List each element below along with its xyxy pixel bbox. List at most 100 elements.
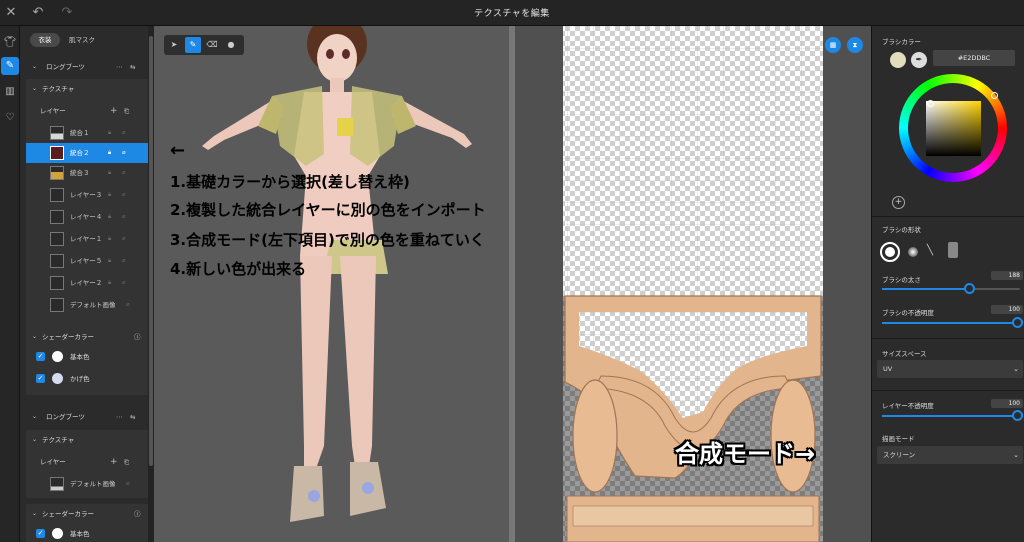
fill-drop-icon[interactable]: ● <box>223 37 239 53</box>
layer-opacity-value[interactable]: 100 <box>991 399 1023 408</box>
brush-hard-round-icon[interactable] <box>880 242 900 262</box>
current-color-swatch[interactable] <box>890 52 906 68</box>
lock-icon[interactable]: 🔒︎ <box>108 163 111 183</box>
hue-handle[interactable] <box>991 92 998 99</box>
layer-row[interactable]: レイヤー２ 🔒︎ ⌀ <box>30 273 144 293</box>
layer-row[interactable]: デフォルト画像 ⌀ <box>30 295 144 315</box>
grid-view-icon[interactable]: ▦ <box>825 37 841 53</box>
settings-sliders-icon[interactable]: ⇆ <box>130 59 135 75</box>
hidden-eye-icon[interactable]: ⌀ <box>122 251 126 271</box>
hidden-eye-icon[interactable]: ⌀ <box>122 273 126 293</box>
size-space-select[interactable]: UV ⌄ <box>877 360 1023 378</box>
shader-item[interactable]: ✓ かげ色 <box>26 371 154 387</box>
shader-title: シェーダーカラー <box>42 510 94 518</box>
shirt-icon[interactable]: 👕︎ <box>1 34 19 52</box>
shader-item-label: 基本色 <box>70 353 90 361</box>
brush-opacity-slider[interactable] <box>882 317 1023 328</box>
shield-icon[interactable]: ♡ <box>1 109 19 127</box>
brush-opacity-value[interactable]: 100 <box>991 305 1023 314</box>
group-header[interactable]: ⌄ ロングブーツ ⋯ ⇆ <box>26 409 154 425</box>
info-icon[interactable]: ⓘ <box>134 329 141 345</box>
color-picker-handle[interactable] <box>927 100 934 107</box>
lock-icon[interactable]: 🔒︎ <box>108 251 111 271</box>
hidden-eye-icon[interactable]: ⌀ <box>122 229 126 249</box>
slider-knob[interactable] <box>1012 317 1023 328</box>
color-swatch[interactable] <box>52 373 63 384</box>
hex-input[interactable]: #E2DDBC <box>933 50 1015 66</box>
hidden-eye-icon[interactable]: ⌀ <box>122 143 126 163</box>
chevron-down-icon: ⌄ <box>1013 451 1019 459</box>
lock-icon[interactable]: 🔒︎ <box>108 273 111 293</box>
layer-row[interactable]: レイヤー１ 🔒︎ ⌀ <box>30 229 144 249</box>
saturation-value-square[interactable] <box>926 101 981 156</box>
brush-size-value[interactable]: 188 <box>991 271 1023 280</box>
add-swatch-icon[interactable]: + <box>892 196 905 209</box>
layer-name: レイヤー５ <box>70 257 103 265</box>
checkbox[interactable]: ✓ <box>36 374 45 383</box>
import-image-icon[interactable]: ⎗ <box>124 454 129 470</box>
uv-texture-canvas[interactable]: 合成モード→ <box>515 26 871 542</box>
pants-icon[interactable]: ▥ <box>1 83 19 101</box>
chevron-down-icon: ⌄ <box>32 85 38 92</box>
more-icon[interactable]: ⋯ <box>116 59 123 75</box>
shader-header[interactable]: ⌄ シェーダーカラー ⓘ <box>26 329 154 345</box>
brush-soft-round-icon[interactable] <box>908 247 918 257</box>
shader-item[interactable]: ✓ 基本色 <box>26 349 154 365</box>
eraser-tool-icon[interactable]: ⌫ <box>204 37 220 53</box>
group-header[interactable]: ⌄ ロングブーツ ⋯ ⇆ <box>26 59 154 75</box>
lock-icon[interactable]: 🔒︎ <box>108 207 111 227</box>
lock-icon[interactable]: 🔒︎ <box>108 229 111 249</box>
more-icon[interactable]: ⋯ <box>116 409 123 425</box>
slider-knob[interactable] <box>964 283 975 294</box>
brush-line-icon[interactable]: ╲ <box>927 244 939 258</box>
blend-mode-select[interactable]: スクリーン ⌄ <box>877 446 1023 464</box>
layer-opacity-slider[interactable] <box>882 410 1023 421</box>
brush-icon[interactable]: ✎ <box>1 57 19 75</box>
shader-item[interactable]: ✓ 基本色 <box>26 526 154 542</box>
hidden-eye-icon[interactable]: ⌀ <box>126 295 130 315</box>
model-viewport[interactable] <box>154 26 509 542</box>
brush-texture-icon[interactable] <box>948 242 958 258</box>
color-swatch[interactable] <box>52 351 63 362</box>
texture-header[interactable]: ⌄ テクスチャ <box>26 432 154 448</box>
add-layer-icon[interactable]: + <box>110 454 118 470</box>
hue-ring[interactable] <box>899 74 1007 182</box>
settings-sliders-icon[interactable]: ⇆ <box>130 409 135 425</box>
hidden-eye-icon[interactable]: ⌀ <box>126 474 130 494</box>
layer-row[interactable]: レイヤー５ 🔒︎ ⌀ <box>30 251 144 271</box>
lock-icon[interactable]: 🔒︎ <box>108 185 111 205</box>
import-image-icon[interactable]: ⎗ <box>124 103 129 119</box>
mirror-symmetry-icon[interactable]: ⧗ <box>847 37 863 53</box>
layer-row[interactable]: 統合３ 🔒︎ ⌀ <box>30 163 144 183</box>
color-swatch[interactable] <box>52 528 63 539</box>
select-arrow-icon[interactable]: ➤ <box>166 37 182 53</box>
texture-header[interactable]: ⌄ テクスチャ <box>26 81 154 97</box>
lock-icon[interactable]: 🔒︎ <box>108 143 111 163</box>
brush-size-slider[interactable] <box>882 283 1020 294</box>
hidden-eye-icon[interactable]: ⌀ <box>122 185 126 205</box>
hidden-eye-icon[interactable]: ⌀ <box>122 123 126 143</box>
shader-header[interactable]: ⌄ シェーダーカラー ⓘ <box>26 506 154 522</box>
eyedropper-icon[interactable]: ✒ <box>911 52 927 68</box>
hidden-eye-icon[interactable]: ⌀ <box>122 163 126 183</box>
tab-costume[interactable]: 衣装 <box>30 33 60 47</box>
layer-row[interactable]: 統合１ 🔒︎ ⌀ <box>30 123 144 143</box>
scrollbar-thumb[interactable] <box>149 36 153 466</box>
chevron-down-icon: ⌄ <box>32 510 38 517</box>
tab-skin-mask[interactable]: 肌マスク <box>64 33 100 47</box>
layer-row-selected[interactable]: 統合２ 🔒︎ ⌀ <box>26 143 154 163</box>
layer-row[interactable]: デフォルト画像 ⌀ <box>30 474 144 494</box>
layers-panel: 衣装 肌マスク ⌄ ロングブーツ ⋯ ⇆ ⌄ テクスチャ レイヤー + ⎗ 統合… <box>20 26 154 542</box>
layer-row[interactable]: レイヤー３ 🔒︎ ⌀ <box>30 185 144 205</box>
add-layer-icon[interactable]: + <box>110 103 118 119</box>
lock-icon[interactable]: 🔒︎ <box>108 123 111 143</box>
texture-section: ⌄ テクスチャ レイヤー + ⎗ 統合１ 🔒︎ ⌀ 統合２ 🔒︎ ⌀ 統合３ 🔒… <box>26 79 154 347</box>
layer-thumbnail <box>50 276 64 290</box>
hidden-eye-icon[interactable]: ⌀ <box>122 207 126 227</box>
checkbox[interactable]: ✓ <box>36 352 45 361</box>
checkbox[interactable]: ✓ <box>36 529 45 538</box>
info-icon[interactable]: ⓘ <box>134 506 141 522</box>
slider-knob[interactable] <box>1012 410 1023 421</box>
layer-row[interactable]: レイヤー４ 🔒︎ ⌀ <box>30 207 144 227</box>
brush-tool-icon[interactable]: ✎ <box>185 37 201 53</box>
